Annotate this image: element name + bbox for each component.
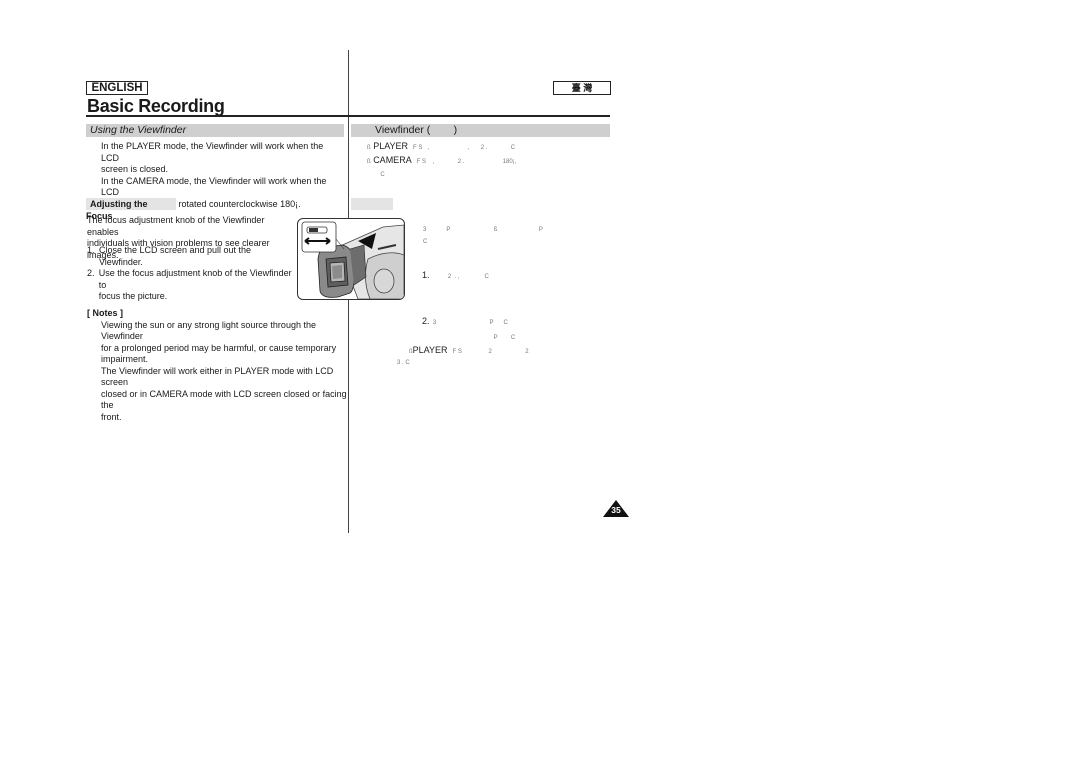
step-item: 2. Use the focus adjustment knob of the … [87, 268, 297, 303]
intro-row: ß PLAYER F S , , 2 . C [367, 141, 607, 155]
language-label-cjk: 臺 灣 [553, 81, 611, 95]
step-text: 2 . , C [429, 273, 489, 280]
steps-list-cjk: 1. 2 . , C 2. 3 P C [412, 258, 602, 341]
intro-line: In the PLAYER mode, the Viewfinder will … [101, 141, 324, 163]
language-label-english: ENGLISH [86, 81, 148, 95]
row-text: C [367, 172, 385, 178]
camcorder-viewfinder-image [301, 221, 404, 299]
bullet-icon: ß [367, 158, 371, 165]
notes-block-cjk: P C ßPLAYER F S 2 2 3 . C [397, 333, 607, 370]
section-title-cjk: Viewfinder ( ) [375, 124, 458, 136]
note-row: ßPLAYER F S 2 2 [397, 345, 607, 359]
step-number: 2. [422, 316, 430, 326]
intro-row: ß CAMERA F S , 2 . 180¡, [367, 155, 607, 169]
note-line: impairment. [101, 354, 149, 364]
step-text: Close the LCD screen and pull out the Vi… [98, 245, 252, 267]
note-row: 3 . C [397, 360, 410, 366]
page-number-badge: 35 [603, 500, 629, 517]
focus-intro-row: 3 P ß P [423, 227, 543, 233]
step-text: Use the focus adjustment knob of the Vie… [98, 268, 292, 290]
note-row: P C [397, 335, 516, 341]
note-line: Viewing the sun or any strong light sour… [101, 319, 316, 342]
section-title-bar-left: Using the Viewfinder [86, 124, 344, 137]
note-line: for a prolonged period may be harmful, o… [101, 342, 337, 353]
mode-label: PLAYER [412, 344, 448, 355]
intro-line: screen is closed. [101, 164, 169, 174]
step-number: 1. [422, 269, 430, 280]
intro-text-cjk: ß PLAYER F S , , 2 . C ß CAMERA F S , 2 … [367, 141, 607, 182]
focus-intro-line: The focus adjustment knob of the Viewfin… [87, 215, 265, 237]
row-text: F S , 2 . 180¡, [411, 158, 517, 165]
notes-title: [ Notes ] [87, 308, 123, 318]
step-text: 3 P C [429, 320, 508, 326]
title-rule [86, 115, 610, 117]
step-item: 1. 2 . , C [412, 258, 602, 295]
subsection-title-bar-cjk [351, 198, 393, 210]
row-text: F S 2 2 [447, 348, 529, 355]
intro-line: In the CAMERA mode, the Viewfinder will … [101, 175, 327, 198]
subsection-title-bar: Adjusting the Focus [86, 198, 176, 221]
intro-row: C [367, 168, 607, 182]
note-line: The Viewfinder will work either in PLAYE… [101, 365, 334, 388]
section-title: Using the Viewfinder [90, 124, 187, 136]
mode-label: CAMERA [373, 154, 412, 165]
focus-intro-cjk: 3 P ß P C [423, 225, 603, 248]
note-line: front. [101, 411, 122, 422]
row-text: F S , , 2 . C [408, 145, 516, 151]
step-number: 1. [87, 245, 95, 255]
note-line: closed or in CAMERA mode with LCD screen… [101, 388, 347, 411]
steps-list: 1. Close the LCD screen and pull out the… [87, 245, 297, 303]
mode-label: PLAYER [373, 141, 409, 151]
step-text: focus the picture. [98, 291, 168, 301]
page-title: Basic Recording [87, 96, 225, 116]
step-number: 2. [87, 268, 95, 278]
section-title-bar-right: Viewfinder ( ) [351, 124, 610, 137]
bullet-icon: ß [367, 145, 371, 151]
viewfinder-illustration [297, 218, 405, 300]
notes-block: [ Notes ] Viewing the sun or any strong … [87, 308, 347, 423]
focus-intro-row: C [423, 238, 428, 245]
step-item: 1. Close the LCD screen and pull out the… [87, 245, 297, 268]
page-number: 35 [611, 505, 621, 515]
